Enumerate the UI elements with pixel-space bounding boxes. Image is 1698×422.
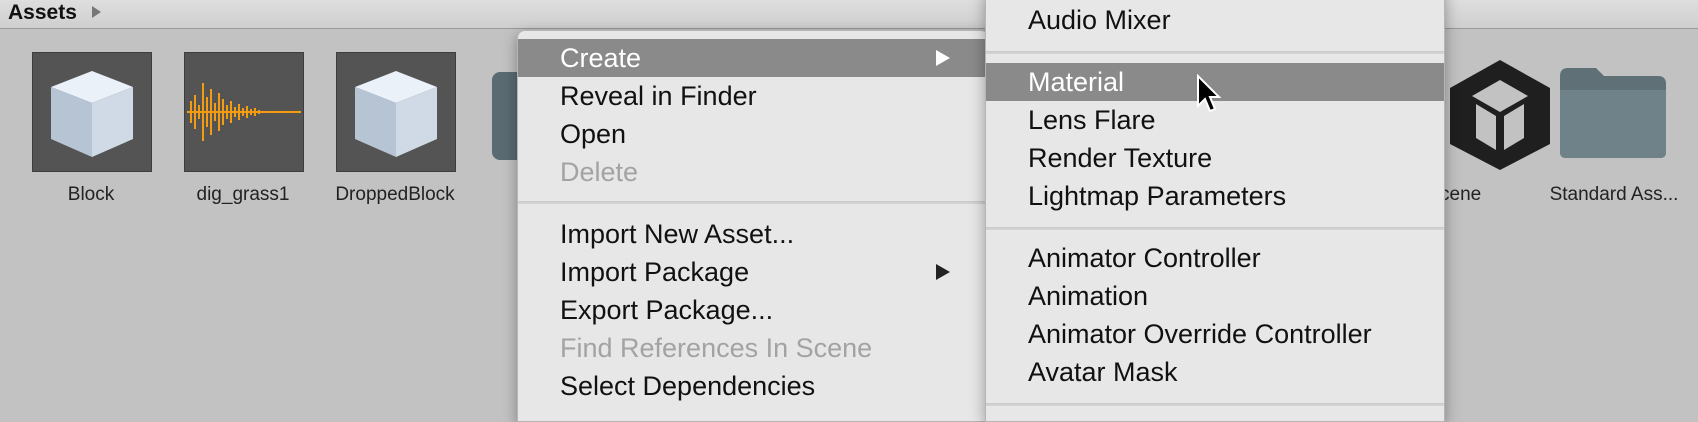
chevron-right-icon (936, 50, 950, 66)
submenu-item-lightmap-parameters[interactable]: Lightmap Parameters (986, 177, 1444, 215)
menu-item-find-references: Find References In Scene (560, 333, 873, 363)
menu-item-create[interactable]: Create (518, 39, 988, 77)
folder-icon[interactable] (1556, 62, 1670, 162)
asset-label: Block (67, 184, 115, 205)
submenu-item-animator-controller[interactable]: Animator Controller (986, 239, 1444, 277)
menu-item-delete: Delete (560, 157, 639, 187)
menu-item-reveal-in-finder[interactable]: Reveal in Finder (518, 77, 988, 115)
cube-icon (336, 52, 456, 172)
menu-item-open[interactable]: Open (518, 115, 988, 153)
breadcrumb-arrow-icon[interactable] (92, 6, 101, 18)
asset-label: dig_grass1 (196, 184, 290, 205)
cube-icon (32, 52, 152, 172)
submenu-item-audio-mixer[interactable]: Audio Mixer (986, 1, 1444, 39)
asset-label: cene (1440, 184, 1482, 205)
menu-item-import-package[interactable]: Import Package (518, 253, 988, 291)
menu-item-import-new-asset[interactable]: Import New Asset... (518, 215, 988, 253)
submenu-item-animation[interactable]: Animation (986, 277, 1444, 315)
menu-item-export-package[interactable]: Export Package... (518, 291, 988, 329)
asset-label: Standard Ass... (1549, 184, 1679, 205)
menu-separator (986, 403, 1444, 406)
submenu-item-animator-override-controller[interactable]: Animator Override Controller (986, 315, 1444, 353)
asset-dropped-block[interactable]: DroppedBlock (320, 52, 470, 212)
submenu-item-render-texture[interactable]: Render Texture (986, 139, 1444, 177)
chevron-right-icon (936, 264, 950, 280)
context-menu: Create Reveal in Finder Open Delete Impo… (517, 30, 989, 422)
asset-block[interactable]: Block (16, 52, 166, 212)
submenu-item-avatar-mask[interactable]: Avatar Mask (986, 353, 1444, 391)
asset-label: DroppedBlock (335, 184, 455, 205)
create-submenu: Audio Mixer Material Lens Flare Render T… (985, 0, 1445, 422)
menu-item-select-dependencies[interactable]: Select Dependencies (518, 367, 988, 405)
menu-separator (986, 51, 1444, 54)
audio-waveform-icon (184, 52, 304, 172)
mouse-cursor-icon (1197, 74, 1222, 113)
breadcrumb-assets[interactable]: Assets (8, 1, 77, 25)
unity-scene-icon[interactable] (1440, 52, 1560, 172)
menu-separator (518, 201, 988, 204)
menu-separator (986, 227, 1444, 230)
asset-dig-grass1[interactable]: dig_grass1 (168, 52, 318, 212)
